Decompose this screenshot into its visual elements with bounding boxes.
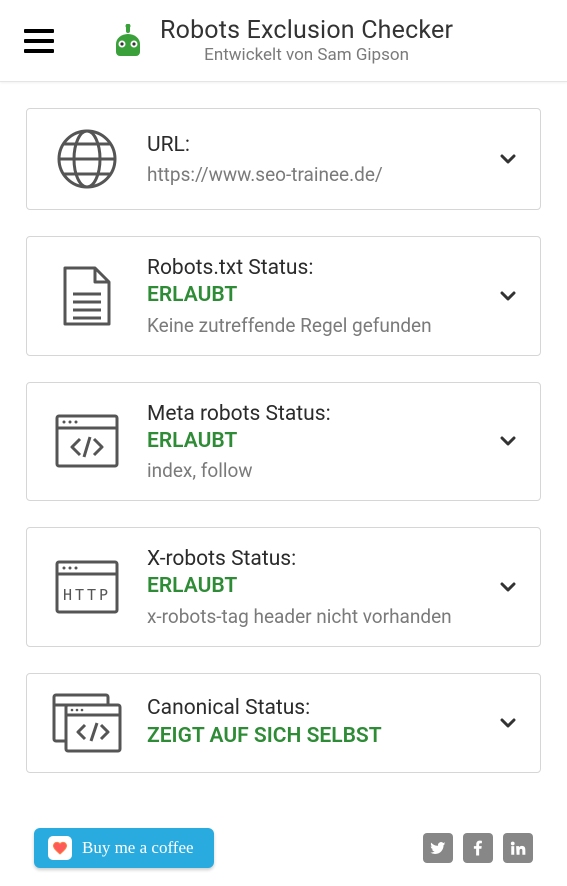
http-window-icon: HTTP — [47, 559, 127, 615]
card-x-robots[interactable]: HTTP X-robots Status: ERLAUBT x-robots-t… — [26, 527, 541, 647]
social-links — [423, 833, 533, 863]
card-canonical-status: ZEIGT AUF SICH SELBST — [147, 723, 460, 750]
globe-icon — [47, 127, 127, 191]
card-robots-txt-title: Robots.txt Status: — [147, 255, 460, 282]
card-robots-txt-detail: Keine zutreffende Regel gefunden — [147, 314, 460, 337]
code-window-icon — [47, 413, 127, 469]
svg-text:HTTP: HTTP — [63, 586, 111, 604]
card-meta-robots-title: Meta robots Status: — [147, 401, 460, 428]
header: Robots Exclusion Checker Entwickelt von … — [0, 0, 567, 82]
linkedin-link[interactable] — [503, 833, 533, 863]
header-text: Robots Exclusion Checker Entwickelt von … — [160, 16, 453, 65]
card-url[interactable]: URL: https://www.seo-trainee.de/ — [26, 108, 541, 210]
facebook-link[interactable] — [463, 833, 493, 863]
app-logo — [110, 24, 146, 58]
buy-me-a-coffee-label: Buy me a coffee — [82, 838, 194, 858]
buy-me-a-coffee-button[interactable]: Buy me a coffee — [34, 828, 214, 868]
card-meta-robots-status: ERLAUBT — [147, 428, 460, 455]
menu-button[interactable] — [24, 29, 54, 53]
card-meta-robots[interactable]: Meta robots Status: ERLAUBT index, follo… — [26, 382, 541, 502]
chevron-down-icon — [496, 147, 520, 171]
card-x-robots-title: X-robots Status: — [147, 546, 460, 573]
chevron-down-icon — [496, 429, 520, 453]
twitter-link[interactable] — [423, 833, 453, 863]
chevron-down-icon — [496, 575, 520, 599]
canonical-icon — [47, 692, 127, 754]
card-url-detail: https://www.seo-trainee.de/ — [147, 163, 460, 186]
card-x-robots-status: ERLAUBT — [147, 573, 460, 600]
card-url-title: URL: — [147, 132, 460, 159]
card-meta-robots-detail: index, follow — [147, 459, 460, 482]
app-title: Robots Exclusion Checker — [160, 16, 453, 45]
card-robots-txt[interactable]: Robots.txt Status: ERLAUBT Keine zutreff… — [26, 236, 541, 356]
heart-icon — [48, 836, 72, 860]
file-icon — [47, 264, 127, 328]
card-x-robots-detail: x-robots-tag header nicht vorhanden — [147, 605, 460, 628]
app-subtitle: Entwickelt von Sam Gipson — [160, 45, 453, 65]
cards-container: URL: https://www.seo-trainee.de/ Robots.… — [0, 82, 567, 783]
footer: Buy me a coffee — [0, 828, 567, 868]
chevron-down-icon — [496, 711, 520, 735]
card-canonical-title: Canonical Status: — [147, 695, 460, 722]
card-canonical[interactable]: Canonical Status: ZEIGT AUF SICH SELBST — [26, 673, 541, 773]
chevron-down-icon — [496, 284, 520, 308]
card-robots-txt-status: ERLAUBT — [147, 282, 460, 309]
